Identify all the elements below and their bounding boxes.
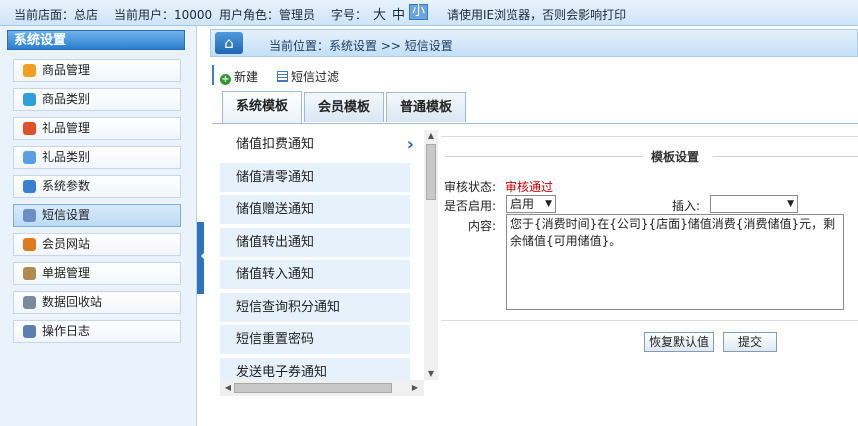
template-list-item[interactable]: 储值赠送通知	[220, 195, 410, 225]
sidebar-item-label: 会员网站	[42, 237, 91, 251]
new-button[interactable]: + 新建	[220, 68, 258, 85]
submit-button[interactable]: 提交	[723, 332, 777, 352]
website-icon	[23, 238, 36, 251]
dropdown-arrow-icon: ▼	[545, 199, 552, 209]
template-list-item-label: 短信重置密码	[236, 332, 315, 347]
tab-general-templates[interactable]: 普通模板	[386, 92, 466, 122]
template-list-item-label: 储值扣费通知	[236, 137, 315, 152]
enabled-select[interactable]: 启用 ▼	[506, 195, 556, 213]
panel-bottom-rule	[441, 320, 858, 321]
chevron-right-icon: ›	[406, 134, 414, 155]
scroll-left-icon[interactable]: ◀	[221, 382, 235, 394]
user-role: 用户角色：管理员	[219, 8, 316, 22]
blocks-icon	[23, 93, 36, 106]
recycle-bin-icon	[23, 296, 36, 309]
insert-select[interactable]: ▼	[710, 195, 798, 213]
table-icon	[277, 71, 288, 82]
sidebar-item-label: 礼品管理	[42, 121, 91, 135]
audit-status-label: 审核状态:	[444, 180, 497, 194]
scroll-up-icon[interactable]: ▲	[424, 130, 438, 142]
font-size-small-button[interactable]: 小	[409, 4, 429, 20]
template-list-item[interactable]: 短信查询积分通知	[220, 292, 410, 323]
sidebar-item-10[interactable]: 操作日志	[13, 320, 181, 343]
sidebar-item-1[interactable]: 商品管理	[13, 59, 181, 82]
gift-icon	[23, 122, 36, 135]
content-label: 内容:	[468, 219, 497, 233]
new-button-label: 新建	[234, 70, 259, 84]
breadcrumb-bar: ⌂ 当前位置：系统设置 >> 短信设置	[210, 29, 858, 57]
sidebar-item-label: 商品类别	[42, 92, 91, 106]
sidebar-item-label: 系统参数	[42, 179, 91, 193]
tab-member-templates[interactable]: 会员模板	[304, 92, 384, 122]
content-textarea[interactable]: 您于{消费时间}在{公司}{店面}储值消费{消费储值}元，剩余储值{可用储值}。	[506, 214, 844, 310]
template-list-item-label: 短信查询积分通知	[236, 299, 341, 315]
panel-title: 模板设置	[651, 150, 700, 164]
template-list-item[interactable]: 储值转出通知	[220, 227, 410, 258]
sidebar-item-label: 操作日志	[42, 324, 91, 338]
list-vertical-scrollbar[interactable]: ▲ ▼	[424, 130, 438, 380]
sidebar-item-label: 短信设置	[42, 208, 91, 222]
enabled-label: 是否启用:	[444, 199, 497, 213]
scroll-right-icon[interactable]: ▶	[408, 382, 422, 394]
sidebar-title: 系统设置	[7, 30, 185, 50]
current-store: 当前店面：总店	[14, 8, 99, 22]
template-list-item-label: 储值转出通知	[236, 234, 315, 250]
vertical-scroll-thumb[interactable]	[426, 144, 436, 200]
template-list-item[interactable]: 短信重置密码	[220, 325, 410, 355]
sidebar: 系统设置 商品管理商品类别礼品管理礼品类别系统参数短信设置会员网站单据管理数据回…	[0, 26, 197, 426]
sidebar-item-8[interactable]: 单据管理	[13, 262, 181, 285]
pencil-icon	[23, 64, 36, 77]
template-list-item[interactable]: 储值转入通知	[220, 260, 410, 290]
enabled-select-value: 启用	[510, 197, 535, 211]
breadcrumb: 当前位置：系统设置 >> 短信设置	[269, 39, 453, 53]
sidebar-item-4[interactable]: 礼品类别	[13, 146, 181, 169]
tab-divider	[212, 123, 858, 124]
document-icon	[23, 267, 36, 280]
sidebar-item-label: 数据回收站	[42, 295, 103, 309]
audit-status-value: 审核通过	[505, 180, 554, 194]
restore-default-button[interactable]: 恢复默认值	[644, 332, 714, 352]
template-list-item[interactable]: 储值清零通知	[220, 162, 410, 193]
sidebar-item-3[interactable]: 礼品管理	[13, 117, 181, 140]
current-user: 当前用户：10000	[114, 8, 213, 22]
panel-title-rule-right	[713, 156, 858, 157]
list-horizontal-scrollbar[interactable]: ◀ ▶	[220, 380, 424, 396]
top-info-bar: 当前店面：总店 当前用户：10000 用户角色：管理员 字号： 大 中 小 请使…	[0, 0, 858, 26]
template-list: 储值扣费通知 › 储值清零通知 储值赠送通知 储值转出通知 储值转入通知短信查询积分通知短…	[220, 130, 438, 422]
sidebar-item-label: 单据管理	[42, 266, 91, 280]
plus-icon: +	[220, 74, 231, 85]
toolbar-divider	[212, 65, 214, 85]
sidebar-item-6[interactable]: 短信设置	[13, 204, 181, 227]
scroll-down-icon[interactable]: ▼	[424, 368, 438, 380]
sidebar-item-9[interactable]: 数据回收站	[13, 291, 181, 314]
template-list-item-label: 储值赠送通知	[236, 202, 315, 217]
sidebar-item-5[interactable]: 系统参数	[13, 175, 181, 198]
log-icon	[23, 325, 36, 338]
font-size-label: 字号：	[331, 8, 368, 22]
sidebar-item-2[interactable]: 商品类别	[13, 88, 181, 111]
sms-filter-label: 短信过滤	[291, 70, 340, 84]
sms-icon	[23, 209, 36, 222]
horizontal-scroll-thumb[interactable]	[234, 383, 392, 393]
tab-system-templates[interactable]: 系统模板	[222, 91, 302, 123]
font-size-medium-button[interactable]: 中	[392, 4, 405, 23]
dropdown-arrow-icon: ▼	[787, 199, 794, 209]
gift-category-icon	[23, 151, 36, 164]
parameters-icon	[23, 180, 36, 193]
sms-filter-button[interactable]: 短信过滤	[277, 68, 339, 85]
sidebar-item-label: 商品管理	[42, 63, 91, 77]
template-list-item-label: 储值清零通知	[236, 169, 315, 185]
sidebar-collapse-handle[interactable]	[197, 222, 204, 294]
template-list-item[interactable]: 储值扣费通知 ›	[220, 130, 420, 160]
sidebar-item-7[interactable]: 会员网站	[13, 233, 181, 256]
sidebar-item-label: 礼品类别	[42, 150, 91, 164]
home-icon[interactable]: ⌂	[215, 32, 243, 54]
browser-warning: 请使用IE浏览器，否则会影响打印	[447, 8, 627, 22]
template-list-item-label: 储值转入通知	[236, 267, 315, 282]
insert-label: 插入:	[672, 199, 701, 213]
font-size-large-button[interactable]: 大	[373, 4, 386, 23]
panel-title-rule-left	[445, 156, 643, 157]
template-list-item-label: 发送电子券通知	[236, 364, 328, 380]
main-area: ⌂ 当前位置：系统设置 >> 短信设置 + 新建 短信过滤 系统模板 会员模板 普…	[208, 26, 858, 426]
